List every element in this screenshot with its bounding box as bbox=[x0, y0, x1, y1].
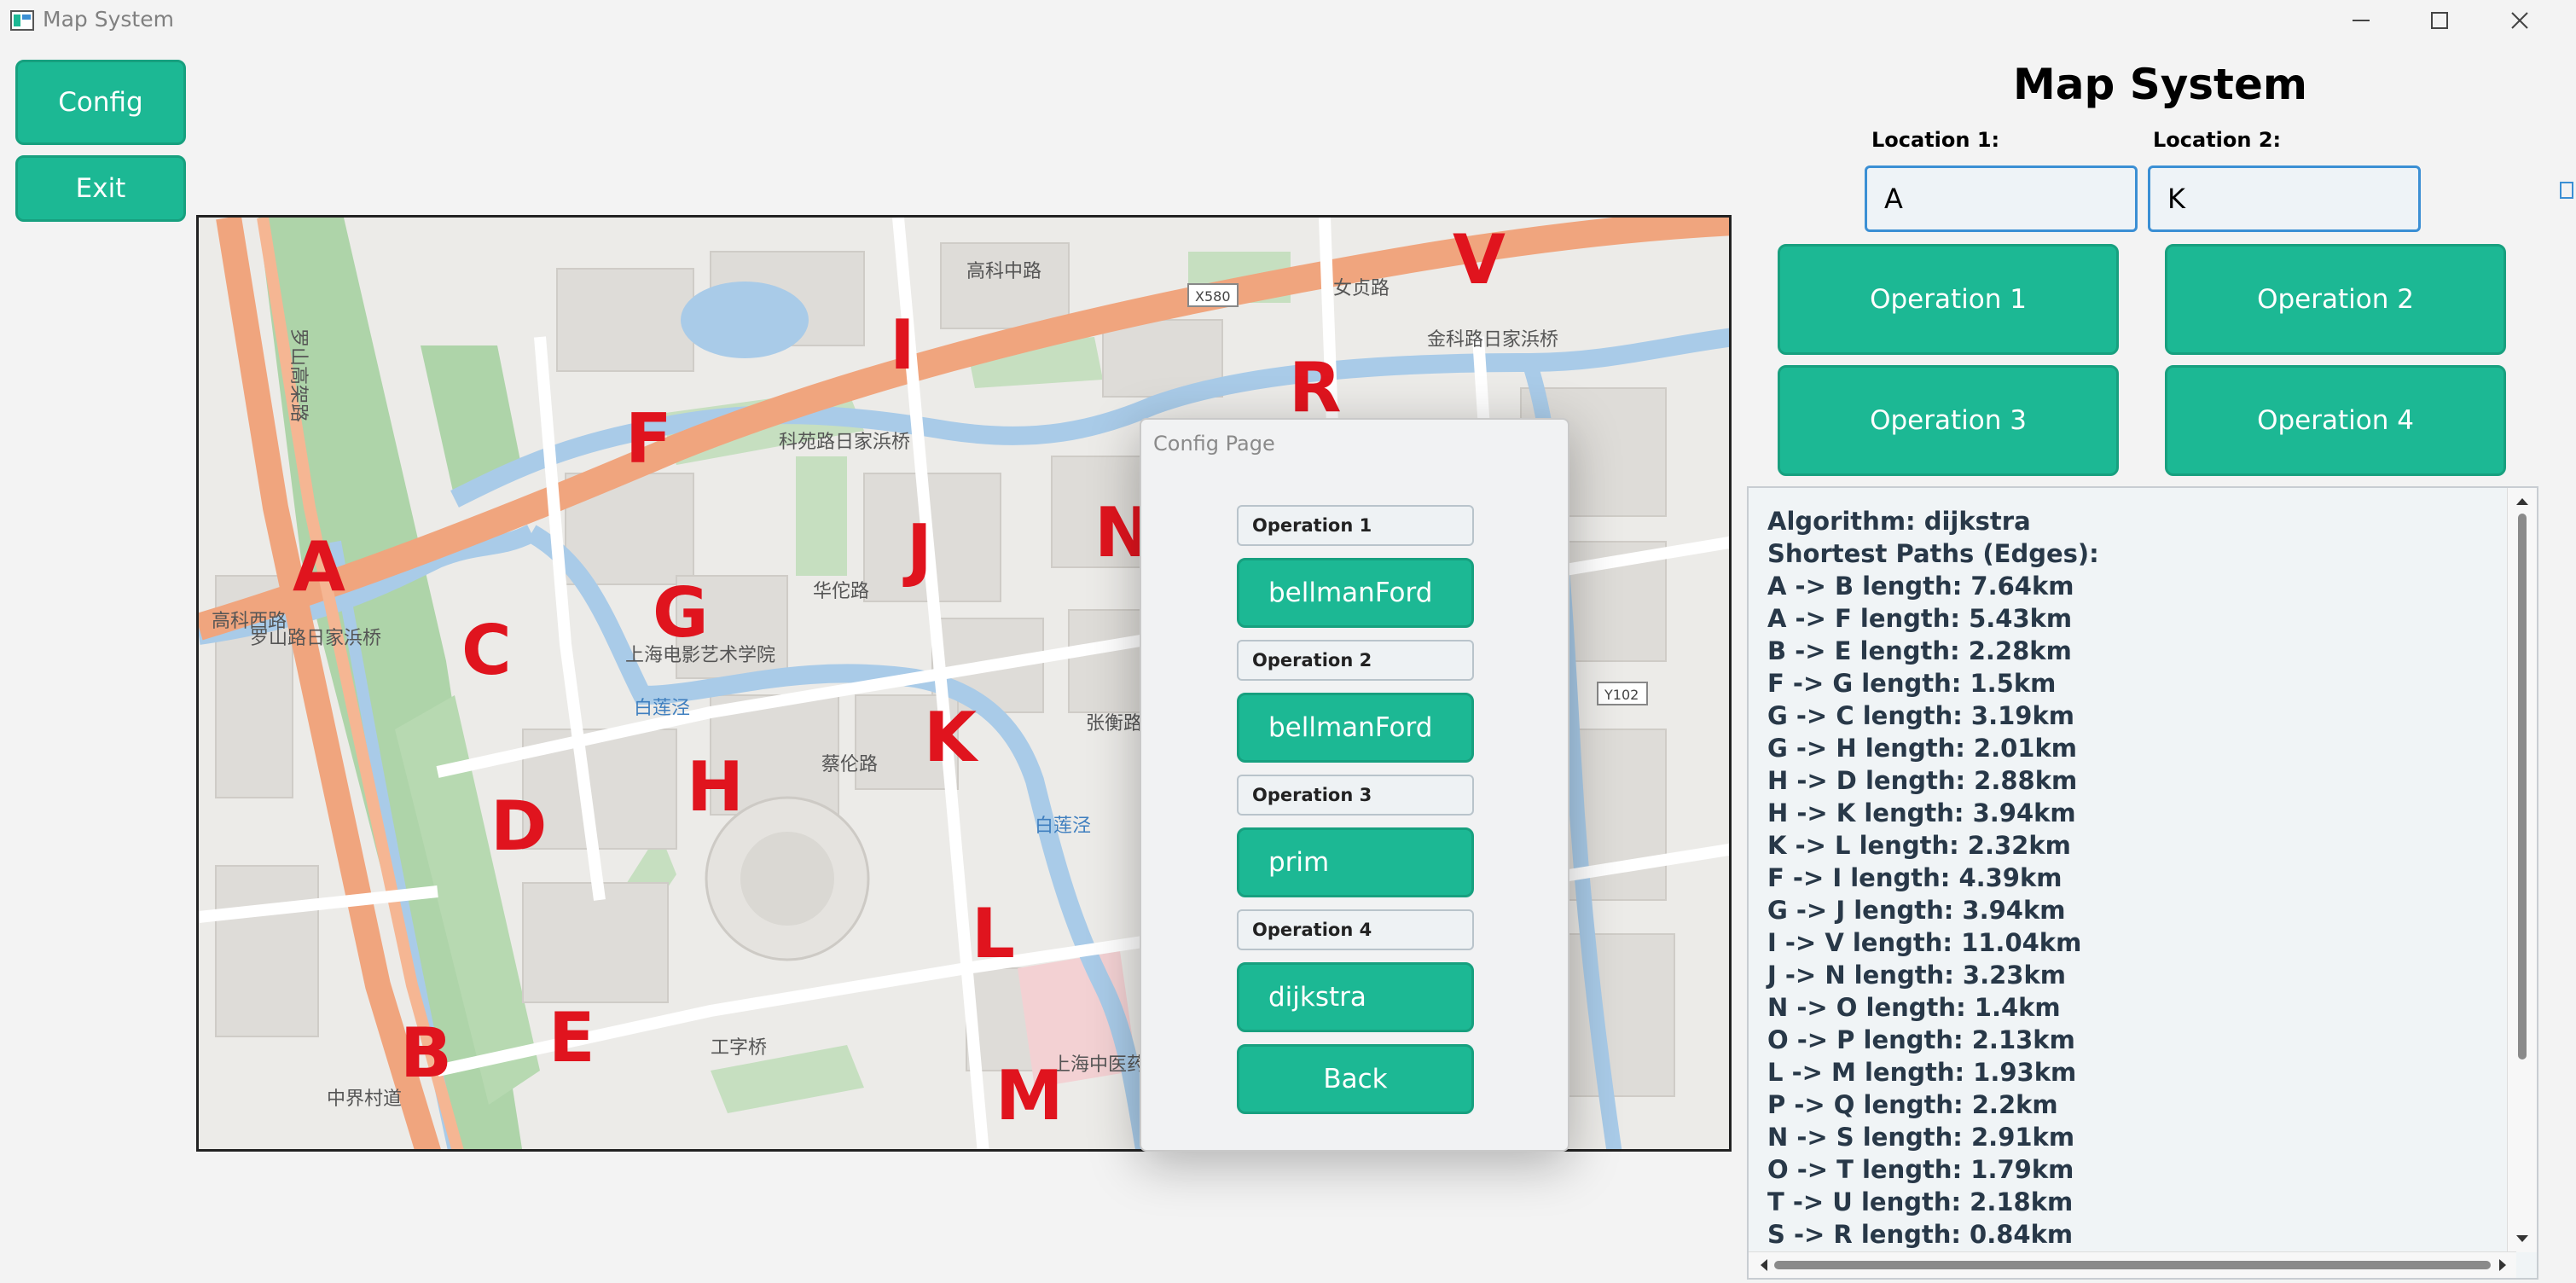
results-text: Algorithm: dijkstra Shortest Paths (Edge… bbox=[1767, 505, 2099, 1251]
location1-input[interactable] bbox=[1865, 165, 2138, 232]
location2-label: Location 2: bbox=[2153, 128, 2282, 152]
map-node-k: K bbox=[924, 698, 977, 777]
op2-algorithm-button[interactable]: bellmanFord bbox=[1237, 693, 1474, 763]
svg-text:科苑路日家浜桥: 科苑路日家浜桥 bbox=[779, 432, 910, 453]
svg-text:金科路日家浜桥: 金科路日家浜桥 bbox=[1427, 329, 1558, 351]
map-node-i: I bbox=[890, 305, 915, 385]
map-node-m: M bbox=[995, 1056, 1064, 1135]
result-line: S -> R length: 0.84km bbox=[1767, 1220, 2074, 1249]
op4-algorithm-button[interactable]: dijkstra bbox=[1237, 962, 1474, 1032]
window-title: Map System bbox=[43, 7, 174, 32]
app-icon bbox=[10, 10, 34, 31]
result-line: G -> C length: 3.19km bbox=[1767, 701, 2074, 730]
maximize-icon bbox=[2431, 12, 2448, 29]
result-line: P -> Q length: 2.2km bbox=[1767, 1090, 2058, 1119]
result-line: Algorithm: dijkstra bbox=[1767, 507, 2031, 536]
map-node-b: B bbox=[400, 1013, 452, 1093]
op1-label: Operation 1 bbox=[1237, 505, 1474, 546]
minimize-button[interactable] bbox=[2320, 0, 2402, 41]
dialog-title: Config Page bbox=[1153, 432, 1275, 456]
map-node-h: H bbox=[687, 747, 744, 827]
svg-text:高科中路: 高科中路 bbox=[966, 261, 1041, 282]
operation-1-button[interactable]: Operation 1 bbox=[1778, 244, 2119, 355]
svg-text:女贞路: 女贞路 bbox=[1333, 278, 1390, 299]
result-line: N -> O length: 1.4km bbox=[1767, 993, 2061, 1022]
map-node-d: D bbox=[490, 787, 548, 866]
result-line: A -> B length: 7.64km bbox=[1767, 572, 2074, 601]
horizontal-scroll-thumb[interactable] bbox=[1774, 1261, 2491, 1269]
config-dialog: Config Page Operation 1 bellmanFord Oper… bbox=[1140, 418, 1569, 1152]
location2-input[interactable] bbox=[2148, 165, 2421, 232]
svg-text:Y102: Y102 bbox=[1604, 687, 1639, 703]
result-line: G -> J length: 3.94km bbox=[1767, 896, 2066, 925]
operation-4-button[interactable]: Operation 4 bbox=[2165, 365, 2506, 476]
operation-2-button[interactable]: Operation 2 bbox=[2165, 244, 2506, 355]
map-node-f: F bbox=[625, 399, 672, 479]
map-node-a: A bbox=[293, 527, 345, 607]
result-line: N -> S length: 2.91km bbox=[1767, 1123, 2075, 1152]
svg-text:罗山高架路: 罗山高架路 bbox=[287, 328, 309, 422]
op4-label: Operation 4 bbox=[1237, 909, 1474, 950]
result-line: H -> K length: 3.94km bbox=[1767, 798, 2076, 827]
result-line: H -> D length: 2.88km bbox=[1767, 766, 2078, 795]
close-icon bbox=[2511, 12, 2528, 29]
back-button[interactable]: Back bbox=[1237, 1044, 1474, 1114]
edge-indicator bbox=[2559, 177, 2574, 203]
map-node-v: V bbox=[1453, 220, 1506, 299]
scroll-left-icon[interactable] bbox=[1754, 1252, 1774, 1278]
location1-label: Location 1: bbox=[1871, 128, 2000, 152]
result-line: L -> M length: 1.93km bbox=[1767, 1058, 2077, 1087]
exit-button[interactable]: Exit bbox=[15, 155, 186, 222]
svg-text:张衡路: 张衡路 bbox=[1086, 713, 1142, 734]
map-node-j: J bbox=[907, 510, 932, 589]
result-line: F -> G length: 1.5km bbox=[1767, 669, 2057, 698]
map-node-g: G bbox=[653, 573, 709, 653]
result-line: T -> U length: 2.18km bbox=[1767, 1187, 2074, 1216]
result-line: O -> T length: 1.79km bbox=[1767, 1155, 2074, 1184]
result-line: O -> P length: 2.13km bbox=[1767, 1025, 2075, 1054]
operation-3-button[interactable]: Operation 3 bbox=[1778, 365, 2119, 476]
op3-algorithm-button[interactable]: prim bbox=[1237, 827, 1474, 897]
config-button[interactable]: Config bbox=[15, 60, 186, 145]
svg-text:华佗路: 华佗路 bbox=[813, 581, 869, 602]
result-line: J -> N length: 3.23km bbox=[1767, 961, 2066, 990]
op1-algorithm-button[interactable]: bellmanFord bbox=[1237, 558, 1474, 628]
scroll-down-icon[interactable] bbox=[2508, 1228, 2537, 1249]
svg-text:白莲泾: 白莲泾 bbox=[634, 698, 690, 719]
result-line: Shortest Paths (Edges): bbox=[1767, 539, 2099, 568]
op3-label: Operation 3 bbox=[1237, 775, 1474, 816]
scroll-right-icon[interactable] bbox=[2492, 1252, 2513, 1278]
close-button[interactable] bbox=[2479, 0, 2561, 41]
map-node-l: L bbox=[972, 894, 1015, 973]
result-line: G -> H length: 2.01km bbox=[1767, 734, 2077, 763]
svg-text:上海中医药: 上海中医药 bbox=[1052, 1054, 1146, 1076]
op2-label: Operation 2 bbox=[1237, 640, 1474, 681]
svg-text:白莲泾: 白莲泾 bbox=[1035, 816, 1091, 837]
svg-text:工字桥: 工字桥 bbox=[711, 1037, 767, 1059]
svg-text:X580: X580 bbox=[1195, 288, 1231, 305]
map-node-c: C bbox=[461, 611, 512, 690]
vertical-scrollbar[interactable] bbox=[2507, 488, 2537, 1252]
vertical-scroll-thumb[interactable] bbox=[2518, 514, 2527, 1059]
horizontal-scrollbar[interactable] bbox=[1749, 1251, 2516, 1278]
minimize-icon bbox=[2353, 20, 2370, 21]
map-node-r: R bbox=[1289, 348, 1342, 427]
scroll-up-icon[interactable] bbox=[2508, 491, 2537, 512]
results-textarea[interactable]: Algorithm: dijkstra Shortest Paths (Edge… bbox=[1747, 486, 2538, 1280]
maximize-button[interactable] bbox=[2399, 0, 2480, 41]
result-line: I -> V length: 11.04km bbox=[1767, 928, 2082, 957]
svg-text:蔡伦路: 蔡伦路 bbox=[821, 754, 878, 775]
result-line: A -> F length: 5.43km bbox=[1767, 604, 2073, 633]
result-line: K -> L length: 2.32km bbox=[1767, 831, 2071, 860]
svg-text:罗山路日家浜桥: 罗山路日家浜桥 bbox=[250, 628, 381, 649]
result-line: F -> I length: 4.39km bbox=[1767, 863, 2063, 892]
result-line: B -> E length: 2.28km bbox=[1767, 636, 2072, 665]
svg-text:中界村道: 中界村道 bbox=[327, 1089, 402, 1110]
title-bar: Map System bbox=[0, 0, 2576, 41]
page-title: Map System bbox=[2013, 60, 2307, 109]
map-node-e: E bbox=[548, 998, 595, 1077]
